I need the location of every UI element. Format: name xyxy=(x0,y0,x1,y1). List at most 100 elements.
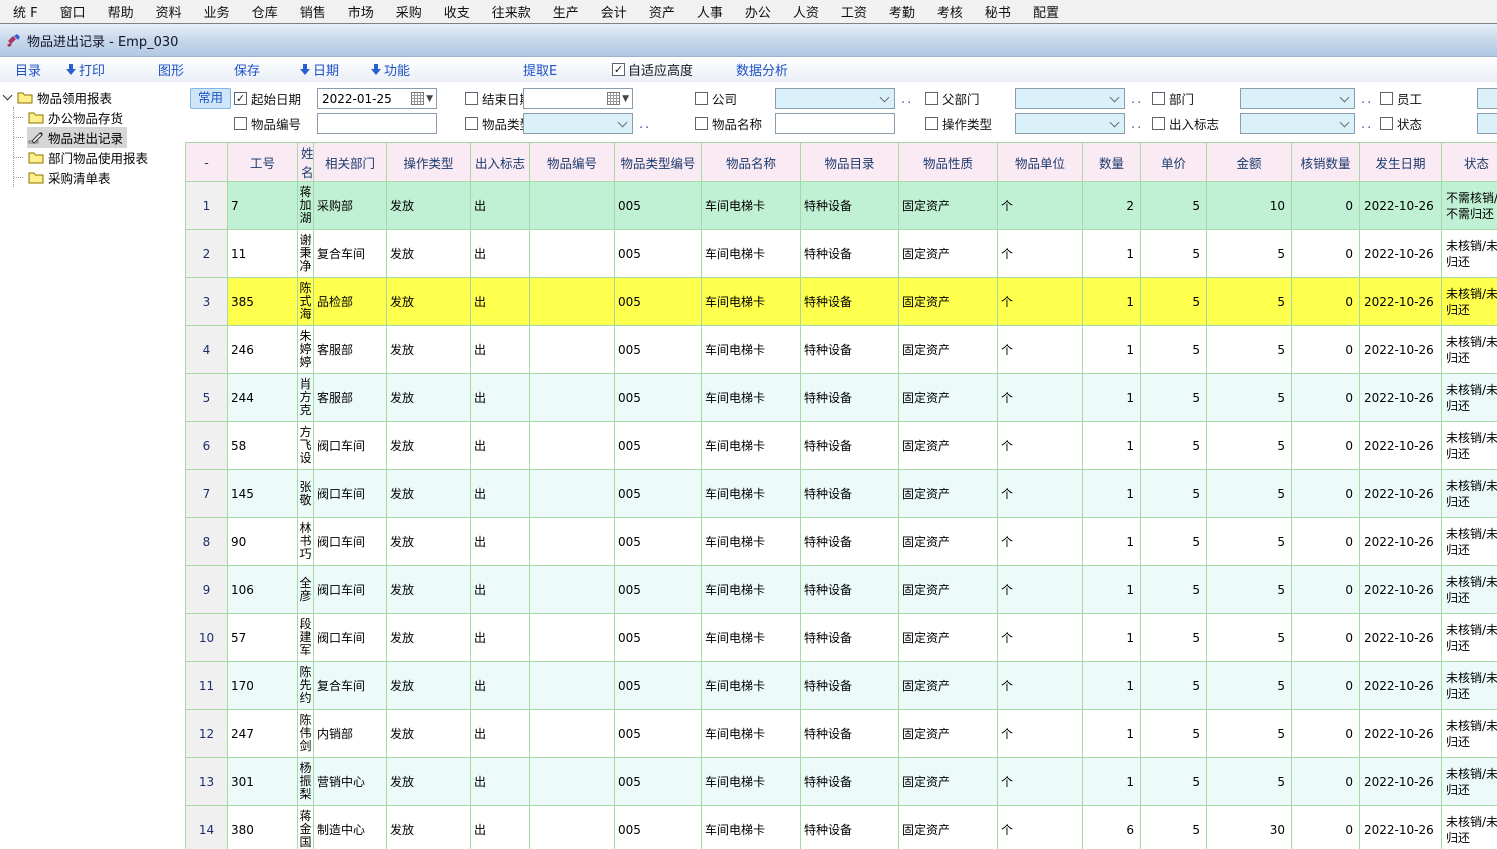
filter-checkbox-start-date[interactable]: ✓ 起始日期 xyxy=(234,88,301,108)
table-row[interactable]: 7145张敬阀口车间发放出005车间电梯卡特种设备固定资产个15502022-1… xyxy=(186,470,1497,518)
table-row[interactable]: 4246朱婷婷客服部发放出005车间电梯卡特种设备固定资产个15502022-1… xyxy=(186,326,1497,374)
chevron-down-icon[interactable] xyxy=(880,92,890,102)
checkbox-icon[interactable] xyxy=(695,92,708,105)
filter-checkbox-company[interactable]: 公司 xyxy=(695,88,737,108)
menu-item[interactable]: 销售 xyxy=(289,0,337,23)
filter-checkbox-op-type[interactable]: 操作类型 xyxy=(925,113,992,133)
item-name-input[interactable] xyxy=(775,113,895,134)
table-row[interactable]: 211谢秉净复合车间发放出005车间电梯卡特种设备固定资产个15502022-1… xyxy=(186,230,1497,278)
company-ellipsis-button[interactable]: .. xyxy=(901,92,913,107)
item-type-ellipsis-button[interactable]: .. xyxy=(639,117,651,132)
parent-dept-select[interactable] xyxy=(1015,88,1125,109)
checkbox-icon[interactable] xyxy=(925,92,938,105)
status-select[interactable] xyxy=(1477,113,1497,134)
filter-checkbox-parent-dept[interactable]: 父部门 xyxy=(925,88,980,108)
checkbox-icon[interactable] xyxy=(1380,92,1393,105)
col-header-status[interactable]: 状态 xyxy=(1442,143,1497,182)
date-button[interactable]: 日期 xyxy=(300,60,339,78)
filter-checkbox-io-flag[interactable]: 出入标志 xyxy=(1152,113,1219,133)
end-date-input[interactable]: ▼ xyxy=(523,88,633,109)
dept-select[interactable] xyxy=(1240,88,1355,109)
table-row[interactable]: 3385陈式海品检部发放出005车间电梯卡特种设备固定资产个15502022-1… xyxy=(186,278,1497,326)
chevron-down-icon[interactable] xyxy=(1340,92,1350,102)
col-header-item-type-no[interactable]: 物品类型编号 xyxy=(615,143,702,182)
chevron-down-icon[interactable] xyxy=(1110,117,1120,127)
io-flag-select[interactable] xyxy=(1240,113,1355,134)
col-header-writeoff-qty[interactable]: 核销数量 xyxy=(1292,143,1360,182)
sidebar-item[interactable]: 办公物品存货 xyxy=(14,107,185,127)
table-row[interactable]: 1057段建军阀口车间发放出005车间电梯卡特种设备固定资产个15502022-… xyxy=(186,614,1497,662)
dropdown-arrow-icon[interactable]: ▼ xyxy=(622,94,629,104)
sidebar-item[interactable]: 部门物品使用报表 xyxy=(14,147,185,167)
menu-item[interactable]: 会计 xyxy=(590,0,638,23)
col-header-item-unit[interactable]: 物品单位 xyxy=(998,143,1083,182)
filter-checkbox-dept[interactable]: 部门 xyxy=(1152,88,1194,108)
col-header-dept[interactable]: 相关部门 xyxy=(314,143,387,182)
dept-ellipsis-button[interactable]: .. xyxy=(1361,92,1373,107)
filter-checkbox-item-no[interactable]: 物品编号 xyxy=(234,113,301,133)
col-header-io-flag[interactable]: 出入标志 xyxy=(471,143,530,182)
col-header-amount[interactable]: 金额 xyxy=(1207,143,1292,182)
parent-dept-ellipsis-button[interactable]: .. xyxy=(1131,92,1143,107)
checkbox-icon[interactable]: ✓ xyxy=(234,92,247,105)
checkbox-icon[interactable] xyxy=(1152,117,1165,130)
checkbox-icon[interactable] xyxy=(465,92,478,105)
expand-arrow-icon[interactable] xyxy=(3,91,13,101)
menu-item[interactable]: 统 F xyxy=(2,0,49,23)
data-analysis-button[interactable]: 数据分析 xyxy=(736,60,788,78)
checkbox-icon[interactable] xyxy=(234,117,247,130)
col-header-row-number[interactable]: - xyxy=(186,143,228,182)
chevron-down-icon[interactable] xyxy=(618,117,628,127)
item-no-input[interactable] xyxy=(317,113,437,134)
menu-item[interactable]: 生产 xyxy=(542,0,590,23)
calendar-icon[interactable] xyxy=(607,92,620,105)
checkbox-icon[interactable] xyxy=(1380,117,1393,130)
filter-checkbox-item-type[interactable]: 物品类型 xyxy=(465,113,532,133)
calendar-icon[interactable] xyxy=(411,92,424,105)
save-button[interactable]: 保存 xyxy=(234,60,260,78)
filter-checkbox-end-date[interactable]: 结束日期 xyxy=(465,88,532,108)
item-type-select[interactable] xyxy=(523,113,633,134)
sidebar-item[interactable]: 物品进出记录 xyxy=(14,127,185,147)
function-button[interactable]: 功能 xyxy=(371,60,410,78)
common-filters-button[interactable]: 常用 xyxy=(190,88,231,109)
col-header-qty[interactable]: 数量 xyxy=(1083,143,1141,182)
filter-checkbox-status[interactable]: 状态 xyxy=(1380,113,1422,133)
chevron-down-icon[interactable] xyxy=(1110,92,1120,102)
catalog-button[interactable]: 目录 xyxy=(15,60,41,78)
col-header-op-type[interactable]: 操作类型 xyxy=(387,143,471,182)
table-row[interactable]: 14380蒋金国制造中心发放出005车间电梯卡特种设备固定资产个65300202… xyxy=(186,806,1497,849)
checkbox-icon[interactable] xyxy=(1152,92,1165,105)
menu-item[interactable]: 仓库 xyxy=(241,0,289,23)
col-header-unit-price[interactable]: 单价 xyxy=(1141,143,1207,182)
col-header-item-name[interactable]: 物品名称 xyxy=(702,143,801,182)
col-header-item-nature[interactable]: 物品性质 xyxy=(899,143,998,182)
menu-item[interactable]: 采购 xyxy=(385,0,433,23)
checkbox-icon[interactable] xyxy=(465,117,478,130)
graph-button[interactable]: 图形 xyxy=(158,60,184,78)
print-button[interactable]: 打印 xyxy=(66,60,105,78)
menu-item[interactable]: 业务 xyxy=(193,0,241,23)
col-header-name[interactable]: 姓名 xyxy=(298,143,314,182)
menu-item[interactable]: 市场 xyxy=(337,0,385,23)
menu-item[interactable]: 资产 xyxy=(638,0,686,23)
io-flag-ellipsis-button[interactable]: .. xyxy=(1361,117,1373,132)
menu-item[interactable]: 办公 xyxy=(734,0,782,23)
start-date-input[interactable]: 2022-01-25 ▼ xyxy=(317,88,437,109)
col-header-item-no[interactable]: 物品编号 xyxy=(530,143,615,182)
menu-item[interactable]: 考核 xyxy=(926,0,974,23)
checkbox-icon[interactable] xyxy=(925,117,938,130)
table-row[interactable]: 11170陈先约复合车间发放出005车间电梯卡特种设备固定资产个15502022… xyxy=(186,662,1497,710)
table-row[interactable]: 9106全彦阀口车间发放出005车间电梯卡特种设备固定资产个15502022-1… xyxy=(186,566,1497,614)
sidebar-root-item[interactable]: 物品领用报表 xyxy=(0,87,185,107)
dropdown-arrow-icon[interactable]: ▼ xyxy=(426,94,433,104)
chevron-down-icon[interactable] xyxy=(1340,117,1350,127)
autofit-height-checkbox[interactable]: ✓ 自适应高度 xyxy=(612,60,693,78)
op-type-ellipsis-button[interactable]: .. xyxy=(1131,117,1143,132)
col-header-item-catalog[interactable]: 物品目录 xyxy=(801,143,899,182)
checkbox-icon[interactable] xyxy=(695,117,708,130)
table-row[interactable]: 13301杨振梨营销中心发放出005车间电梯卡特种设备固定资产个15502022… xyxy=(186,758,1497,806)
menu-item[interactable]: 配置 xyxy=(1022,0,1070,23)
table-row[interactable]: 5244肖方克客服部发放出005车间电梯卡特种设备固定资产个15502022-1… xyxy=(186,374,1497,422)
filter-checkbox-item-name[interactable]: 物品名称 xyxy=(695,113,762,133)
